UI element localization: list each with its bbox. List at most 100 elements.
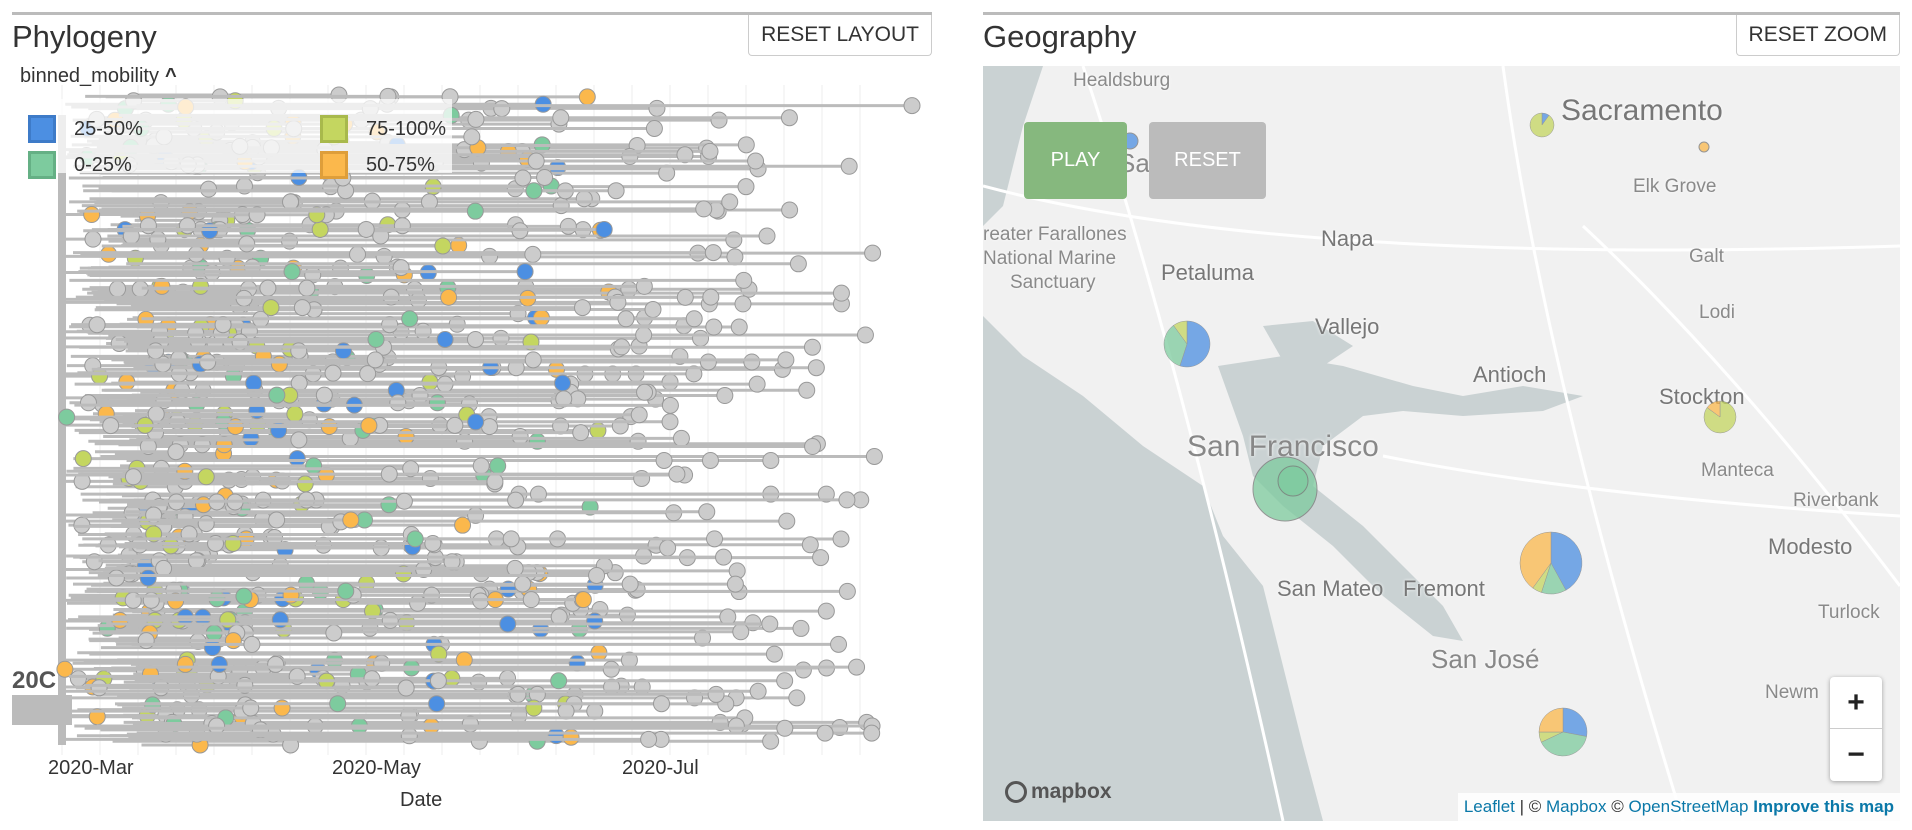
tip-node bbox=[197, 515, 215, 533]
legend-item[interactable]: 25-50% bbox=[12, 115, 143, 143]
tip-node bbox=[776, 719, 794, 737]
tip-node bbox=[325, 624, 343, 642]
tip-node bbox=[286, 405, 304, 423]
tip-node bbox=[324, 364, 342, 382]
tip-node bbox=[801, 536, 819, 554]
tip-node bbox=[467, 413, 485, 431]
tip-node bbox=[792, 619, 810, 637]
tip-node bbox=[290, 431, 308, 449]
tip-node bbox=[395, 492, 413, 510]
panel-title: Geography bbox=[983, 19, 1137, 54]
tip-node bbox=[235, 587, 253, 605]
tip-node bbox=[525, 182, 543, 200]
location-pie[interactable] bbox=[1538, 707, 1588, 757]
pie-slice bbox=[1538, 707, 1564, 733]
tip-node bbox=[84, 230, 102, 248]
tip-node bbox=[554, 374, 572, 392]
tip-node bbox=[268, 386, 286, 404]
tip-node bbox=[578, 88, 596, 106]
tip-node bbox=[363, 670, 381, 688]
tip-node bbox=[367, 330, 385, 348]
tip-node bbox=[492, 329, 510, 347]
tip-node bbox=[486, 473, 504, 491]
legend-item[interactable]: 75-100% bbox=[304, 115, 446, 143]
legend-label: 75-100% bbox=[366, 117, 447, 140]
location-pie[interactable] bbox=[1529, 112, 1555, 138]
tip-node bbox=[481, 247, 499, 265]
improve-map-link[interactable]: Improve this map bbox=[1753, 797, 1894, 816]
clade-label: 20C bbox=[12, 667, 57, 694]
tip-node bbox=[56, 660, 74, 678]
tip-node bbox=[788, 689, 806, 707]
tip-node bbox=[668, 465, 686, 483]
osm-link[interactable]: OpenStreetMap bbox=[1628, 797, 1748, 816]
tip-node bbox=[74, 450, 92, 468]
tip-node bbox=[305, 457, 323, 475]
leaflet-link[interactable]: Leaflet bbox=[1464, 797, 1515, 816]
tip-node bbox=[436, 330, 454, 348]
tip-node bbox=[389, 394, 407, 412]
tip-node bbox=[547, 727, 565, 745]
tip-node bbox=[329, 695, 347, 713]
location-pie[interactable] bbox=[1703, 400, 1737, 434]
tip-node bbox=[69, 670, 87, 688]
legend-swatch bbox=[320, 115, 348, 143]
tip-node bbox=[409, 594, 427, 612]
tip-node bbox=[167, 443, 185, 461]
reset-animation-button[interactable]: RESET bbox=[1149, 122, 1266, 199]
play-button[interactable]: PLAY bbox=[1024, 122, 1127, 199]
tip-node bbox=[187, 552, 205, 570]
tip-node bbox=[692, 329, 710, 347]
tip-node bbox=[794, 661, 812, 679]
tip-node bbox=[409, 291, 427, 309]
mapbox-icon bbox=[1005, 781, 1027, 803]
tip-node bbox=[349, 245, 367, 263]
tip-node bbox=[90, 679, 108, 697]
tip-node bbox=[550, 608, 568, 626]
location-pie[interactable] bbox=[1277, 465, 1309, 497]
x-axis-label: Date bbox=[400, 789, 443, 811]
location-pie[interactable] bbox=[1698, 141, 1710, 153]
tip-node bbox=[762, 451, 780, 469]
tip-node bbox=[804, 438, 822, 456]
tip-node bbox=[863, 724, 881, 742]
tip-node bbox=[777, 351, 795, 369]
map[interactable]: Healdsburg Sacramento Elk Grove Napa Gal… bbox=[983, 66, 1900, 821]
tip-node bbox=[401, 310, 419, 328]
tip-node bbox=[762, 732, 780, 750]
tip-node bbox=[397, 428, 415, 446]
tip-node bbox=[342, 511, 360, 529]
tip-node bbox=[536, 168, 554, 186]
tip-node bbox=[296, 475, 314, 493]
tip-node bbox=[197, 468, 215, 486]
tip-node bbox=[661, 373, 679, 391]
legend-item[interactable]: 0-25% bbox=[12, 151, 132, 179]
tip-node bbox=[200, 180, 218, 198]
phylogenetic-tree[interactable] bbox=[12, 85, 932, 825]
tip-node bbox=[552, 109, 570, 127]
tip-node bbox=[817, 602, 835, 620]
mapbox-logo[interactable]: mapbox bbox=[1005, 780, 1112, 804]
location-pie[interactable] bbox=[1519, 531, 1583, 595]
tip-node bbox=[865, 447, 883, 465]
legend-item[interactable]: 50-75% bbox=[304, 151, 435, 179]
map-attribution: Leaflet | © Mapbox © OpenStreetMap Impro… bbox=[1457, 793, 1900, 821]
zoom-out-button[interactable]: − bbox=[1830, 729, 1882, 780]
tip-node bbox=[706, 530, 724, 548]
tip-node bbox=[644, 301, 662, 319]
zoom-in-button[interactable]: + bbox=[1830, 677, 1882, 729]
tip-node bbox=[238, 235, 256, 253]
tip-node bbox=[630, 406, 648, 424]
tip-node bbox=[428, 695, 446, 713]
tip-node bbox=[466, 330, 484, 348]
legend-toggle[interactable]: binned_mobility ^ bbox=[20, 65, 177, 88]
mapbox-link[interactable]: Mapbox bbox=[1546, 797, 1606, 816]
location-pie[interactable] bbox=[1163, 320, 1211, 368]
tip-node bbox=[737, 178, 755, 196]
tip-node bbox=[848, 658, 866, 676]
tip-node bbox=[645, 119, 663, 137]
tip-node bbox=[381, 611, 399, 629]
tip-node bbox=[648, 99, 666, 117]
reset-layout-button[interactable]: RESET LAYOUT bbox=[748, 15, 932, 56]
reset-zoom-button[interactable]: RESET ZOOM bbox=[1735, 15, 1900, 56]
